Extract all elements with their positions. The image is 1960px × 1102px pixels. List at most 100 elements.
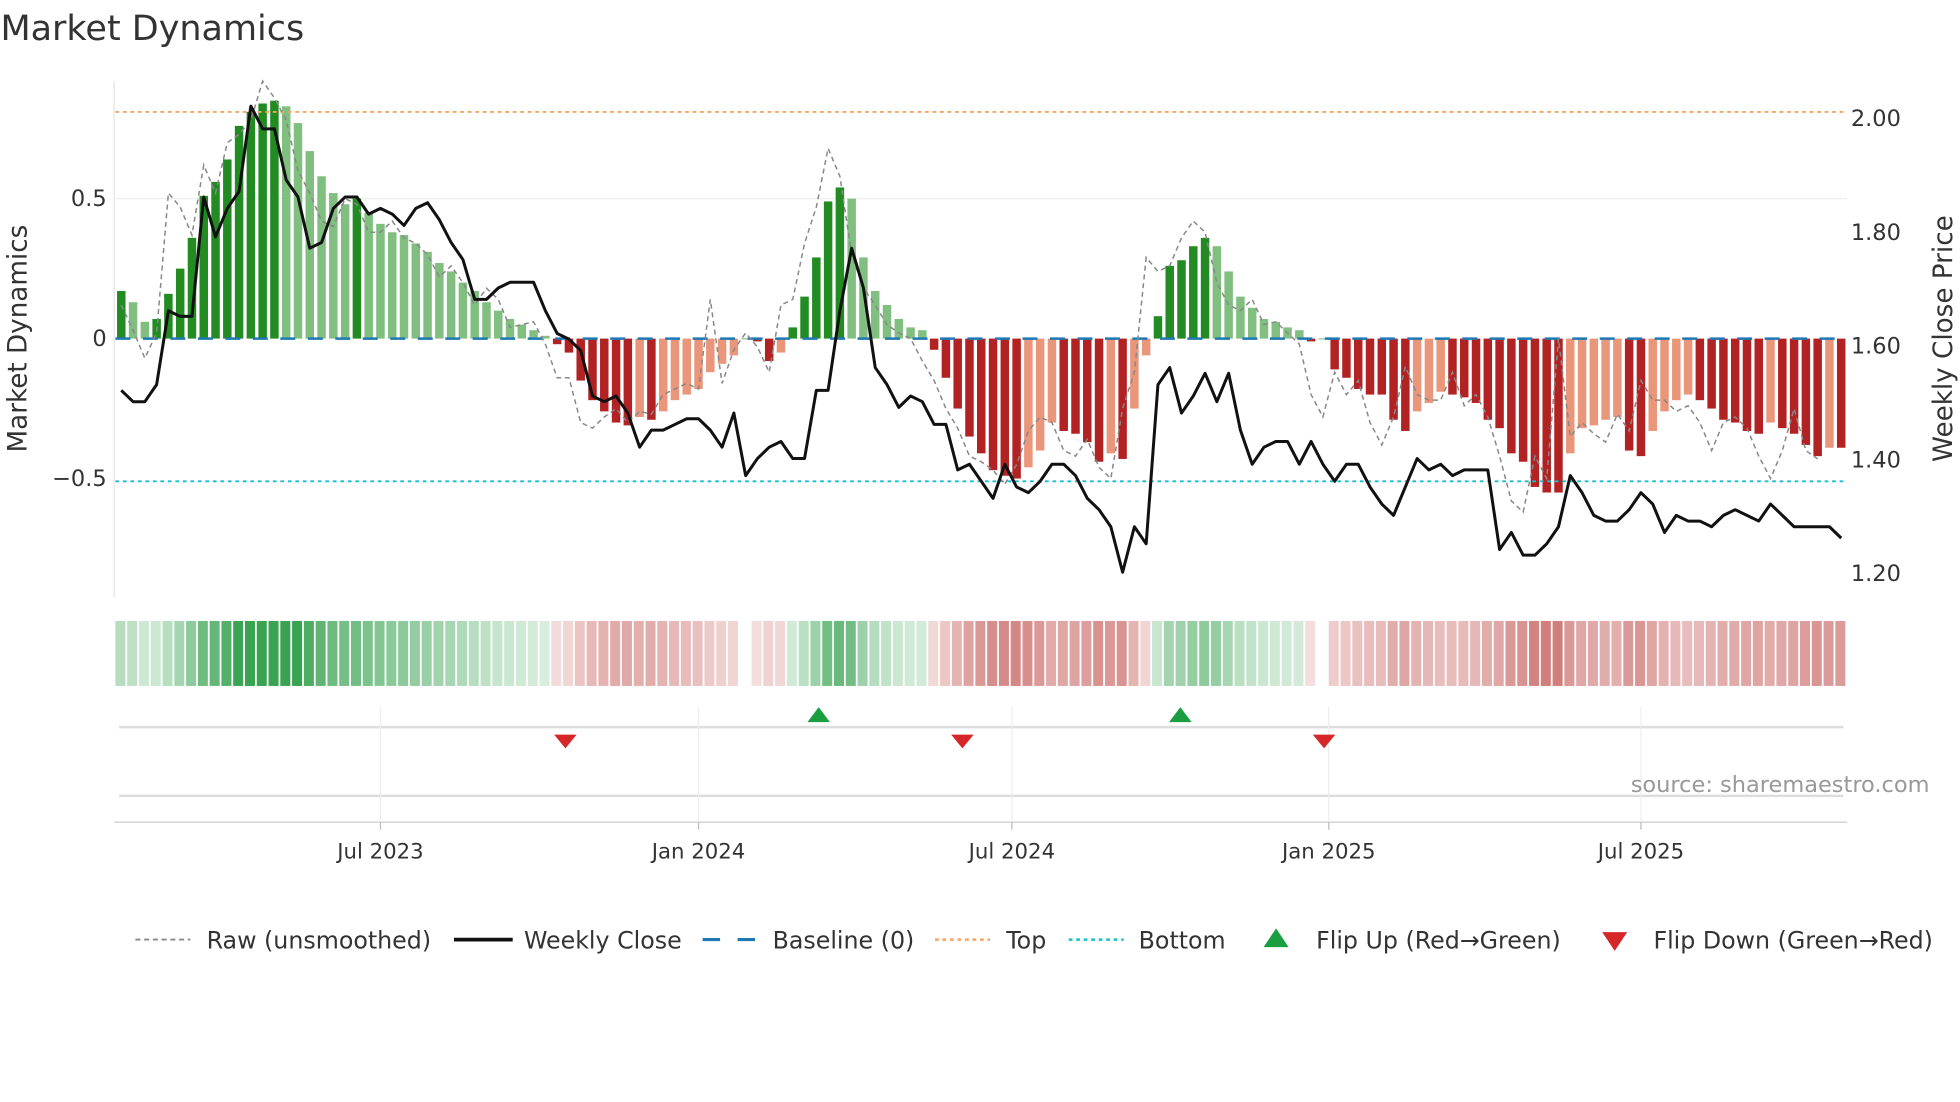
momentum-bar: [1683, 338, 1693, 395]
heat-cell: [186, 620, 197, 686]
momentum-bar: [800, 296, 809, 339]
heat-cell: [1670, 620, 1681, 686]
heat-cell: [1458, 620, 1469, 686]
heat-cell: [975, 620, 986, 686]
momentum-bar: [1813, 338, 1822, 457]
momentum-bar: [1589, 338, 1599, 426]
momentum-bar: [882, 305, 892, 339]
momentum-bar: [1024, 338, 1033, 468]
heat-cell: [621, 620, 632, 686]
heat-cell: [1799, 620, 1810, 686]
heat-cell: [1587, 620, 1598, 686]
momentum-bar: [387, 232, 397, 339]
heat-cell: [468, 620, 479, 686]
heat-cell: [504, 620, 515, 686]
momentum-bar: [894, 319, 904, 339]
heat-cell: [362, 620, 373, 686]
flip-panel: Jul 2023 Jan 2024 Jul 2024 Jan 2025 Jul 2025: [114, 707, 1848, 864]
momentum-bar: [1448, 338, 1457, 395]
heat-cell: [1387, 620, 1398, 686]
heat-cell: [963, 620, 974, 686]
flip-up-marker: [807, 707, 830, 723]
legend-label: Baseline (0): [773, 926, 915, 954]
momentum-bar: [1271, 321, 1280, 339]
heat-cell: [881, 620, 892, 686]
heat-cell: [1305, 620, 1316, 686]
momentum-bar: [1566, 338, 1575, 454]
momentum-bar: [317, 176, 326, 339]
momentum-bar: [823, 201, 833, 339]
momentum-bar: [1059, 338, 1068, 431]
y2-tick-label: 2.00: [1851, 106, 1901, 132]
legend-label: Raw (unsmoothed): [207, 926, 431, 954]
heat-cell: [244, 620, 255, 686]
momentum-bar: [281, 106, 291, 339]
heat-cell: [1505, 620, 1516, 686]
heat-cell: [1104, 620, 1115, 686]
heat-cell: [1481, 620, 1492, 686]
momentum-bar: [1436, 338, 1445, 392]
heat-cell: [1199, 620, 1210, 686]
momentum-bar: [1247, 307, 1257, 339]
momentum-bar: [1365, 338, 1375, 395]
heat-cell: [162, 620, 173, 686]
heat-cell: [1599, 620, 1610, 686]
momentum-bar: [729, 338, 739, 356]
y2-tick-label: 1.40: [1851, 447, 1901, 473]
momentum-bar: [764, 338, 774, 361]
heat-cell: [786, 620, 797, 686]
heat-cell: [1470, 620, 1481, 686]
heat-cell: [1210, 620, 1221, 686]
heat-cell: [1823, 620, 1834, 686]
momentum-bar: [423, 251, 432, 339]
momentum-bar: [246, 111, 256, 339]
momentum-bars: [117, 100, 1846, 493]
heat-cell: [574, 620, 585, 686]
source-credit: source: sharemaestro.com: [1631, 772, 1930, 798]
flip-down-marker: [1312, 734, 1336, 749]
heat-cell: [987, 620, 998, 686]
momentum-bar: [128, 302, 138, 339]
heat-cell: [280, 620, 291, 686]
legend-label: Weekly Close: [524, 926, 682, 954]
momentum-bar: [1295, 330, 1304, 339]
heat-cell: [1128, 620, 1139, 686]
heat-cell: [1222, 620, 1233, 686]
heat-cell: [586, 620, 597, 686]
heat-cell: [704, 620, 715, 686]
heat-cell: [845, 620, 856, 686]
heat-cell: [833, 620, 845, 686]
x-tick-label: Jul 2025: [1596, 839, 1684, 864]
heat-cell: [798, 620, 809, 686]
heat-cell: [1246, 620, 1257, 686]
momentum-bar: [1389, 338, 1398, 420]
momentum-bar: [977, 338, 986, 454]
momentum-bar: [411, 243, 421, 339]
momentum-bar: [1153, 316, 1163, 339]
y2-tick-label: 1.20: [1851, 561, 1901, 587]
momentum-bar: [670, 338, 680, 401]
momentum-bar: [929, 338, 939, 350]
flip-down-marker: [951, 734, 974, 749]
momentum-bar: [1106, 338, 1116, 454]
heat-cell: [1658, 620, 1669, 686]
heat-cell: [869, 620, 880, 686]
heat-cell: [1081, 620, 1092, 686]
momentum-bar: [1518, 338, 1528, 462]
heat-cell: [657, 620, 668, 686]
heat-cell: [1328, 620, 1339, 686]
heat-cell: [680, 620, 691, 686]
heat-cell: [1776, 620, 1787, 686]
momentum-bar: [658, 338, 668, 412]
heat-cell: [1693, 620, 1704, 686]
y-tick-label: 0.5: [71, 186, 107, 212]
momentum-bar: [1200, 237, 1210, 339]
momentum-bar: [258, 103, 267, 339]
heat-cell: [1423, 620, 1434, 686]
heat-cell: [857, 620, 868, 686]
heat-cell: [763, 620, 774, 686]
heat-cell: [327, 620, 338, 686]
heat-cell: [551, 620, 562, 686]
momentum-bar: [1460, 338, 1469, 398]
heat-cell: [1434, 620, 1445, 686]
